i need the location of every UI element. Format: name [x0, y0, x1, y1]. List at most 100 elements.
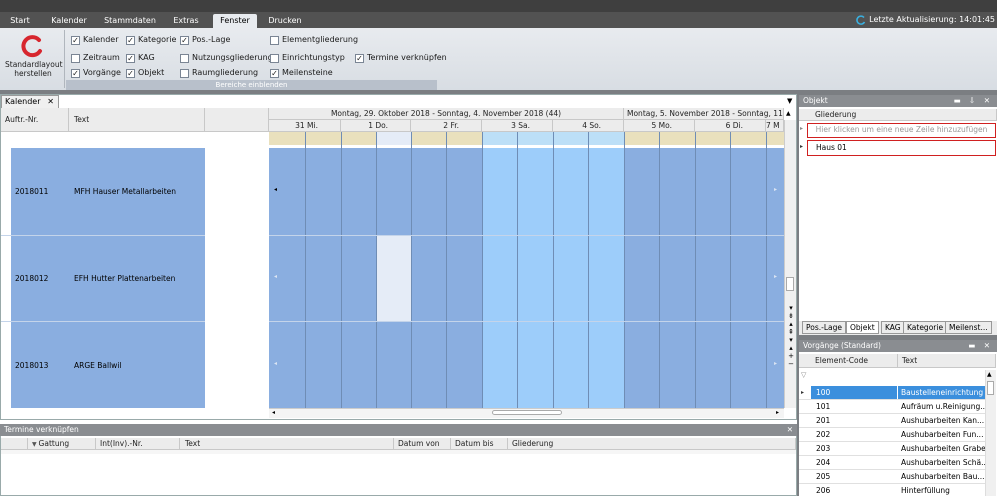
element-code: 101: [816, 402, 831, 411]
day-header: 31 Mi.: [269, 120, 341, 132]
list-item[interactable]: 101 Aufräum u.Reinigung...: [799, 400, 985, 414]
refresh-icon: [856, 15, 866, 25]
vorgaenge-panel-header: Vorgänge (Standard) ▬ ✕: [799, 340, 997, 352]
ribbon-group-label: Bereiche einblenden: [66, 80, 437, 90]
column-header-gliederung[interactable]: Gliederung: [508, 438, 796, 450]
tab-kag[interactable]: KAG: [881, 321, 905, 334]
scroll-left-icon[interactable]: ◂: [272, 409, 275, 416]
close-icon[interactable]: ✕: [47, 96, 54, 108]
tab-meilensteine[interactable]: Meilenst...: [945, 321, 992, 334]
panel-window-controls-icon[interactable]: ▬ ✕: [968, 340, 993, 352]
zoom-controls[interactable]: ▾ ⇟ ▴ ⇞ ▾ ▴ + −: [786, 304, 796, 368]
scroll-right-icon[interactable]: ▸: [776, 409, 779, 416]
checkbox-kategorie[interactable]: ✓ Kategorie: [126, 34, 176, 46]
column-header-inv-nr[interactable]: Int(Inv).-Nr.: [96, 438, 180, 450]
vorgaenge-list: ▸ 100 Baustelleneinrichtung 101 Aufräum u…: [799, 386, 985, 496]
scrollbar-thumb[interactable]: [987, 381, 994, 395]
list-item[interactable]: 204 Aushubarbeiten Schä...: [799, 456, 985, 470]
checkbox-kalender[interactable]: ✓ Kalender: [71, 34, 119, 46]
list-item[interactable]: 201 Aushubarbeiten Kan...: [799, 414, 985, 428]
column-header-datum-bis[interactable]: Datum bis: [451, 438, 508, 450]
checkbox-kag[interactable]: ✓ KAG: [126, 52, 155, 64]
checkbox-nutzungsgliederung[interactable]: Nutzungsgliederung: [180, 52, 273, 64]
element-code: 206: [816, 486, 831, 495]
scroll-right-icon[interactable]: ▸: [774, 186, 777, 193]
new-row-field[interactable]: Hier klicken um eine neue Zeile hinzuzuf…: [807, 123, 996, 138]
termine-panel-header: Termine verknüpfen ✕: [0, 424, 797, 436]
column-header-text[interactable]: Text: [69, 108, 205, 132]
scroll-up-icon[interactable]: ▲: [786, 110, 791, 117]
tab-kalender-document[interactable]: Kalender ✕: [1, 95, 59, 108]
column-header-empty: [205, 108, 269, 132]
today-strip: [376, 132, 411, 145]
element-code: 202: [816, 430, 831, 439]
row-indicator-icon: ▸: [800, 143, 804, 150]
document-tab-label: Kalender: [5, 97, 41, 106]
checkbox-meilensteine[interactable]: ✓ Meilensteine: [270, 67, 333, 79]
scroll-left-icon[interactable]: ◂: [274, 186, 277, 193]
tab-fenster[interactable]: Fenster: [213, 14, 257, 28]
element-text: Baustelleneinrichtung: [898, 386, 985, 399]
tab-start[interactable]: Start: [6, 14, 34, 28]
column-header-gliederung[interactable]: Gliederung: [799, 109, 997, 121]
scroll-right-icon[interactable]: ▸: [774, 273, 777, 280]
objekt-row-haus01[interactable]: Haus 01: [807, 140, 996, 156]
panel-window-controls-icon[interactable]: ▬ ⇩ ✕: [954, 95, 993, 107]
column-header-text[interactable]: Text: [180, 438, 394, 450]
standard-layout-label: Standardlayout herstellen: [5, 60, 63, 78]
scroll-left-icon[interactable]: ◂: [274, 360, 277, 367]
element-text: Aushubarbeiten Bau...: [901, 472, 985, 481]
element-code: 205: [816, 472, 831, 481]
checkbox-objekt[interactable]: ✓ Objekt: [126, 67, 164, 79]
day-header: 6 Di.: [695, 120, 766, 132]
element-text: Hinterfüllung: [901, 486, 950, 495]
checkbox-elementgliederung[interactable]: Elementgliederung: [270, 34, 358, 46]
list-item[interactable]: 205 Aushubarbeiten Bau...: [799, 470, 985, 484]
standard-layout-button[interactable]: Standardlayout herstellen: [3, 31, 63, 86]
vorgaenge-panel-title: Vorgänge (Standard): [803, 341, 881, 350]
row-text: MFH Hauser Metallarbeiten: [74, 187, 177, 196]
close-icon[interactable]: ✕: [787, 424, 793, 436]
list-item[interactable]: ▸ 100 Baustelleneinrichtung: [799, 386, 985, 400]
scroll-right-icon[interactable]: ▸: [774, 360, 777, 367]
checkbox-pos-lage[interactable]: ✓ Pos.-Lage: [180, 34, 230, 46]
list-item[interactable]: 203 Aushubarbeiten Graben: [799, 442, 985, 456]
row-auftr-nr: 2018011: [15, 187, 49, 196]
column-header-datum-von[interactable]: Datum von: [394, 438, 451, 450]
last-update-status: Letzte Aktualisierung: 14:01:45: [856, 14, 995, 26]
element-code: 204: [816, 458, 831, 467]
right-panel-tabbar: Pos.-Lage Objekt KAG Kategorie Meilenst.…: [799, 321, 997, 335]
day-header: 1 Do.: [341, 120, 411, 132]
tab-pos-lage[interactable]: Pos.-Lage: [802, 321, 846, 334]
checkbox-raumgliederung[interactable]: Raumgliederung: [180, 67, 258, 79]
tab-objekt[interactable]: Objekt: [846, 321, 879, 334]
list-item[interactable]: 202 Aushubarbeiten Fun...: [799, 428, 985, 442]
column-header-gattung[interactable]: ▼ Gattung: [28, 438, 96, 450]
tab-kalender[interactable]: Kalender: [50, 14, 88, 28]
horizontal-scrollbar-thumb[interactable]: [492, 410, 562, 415]
checkbox-vorgaenge[interactable]: ✓ Vorgänge: [71, 67, 121, 79]
element-code: 203: [816, 444, 831, 453]
tab-extras[interactable]: Extras: [170, 14, 202, 28]
checkbox-termine-verknuepfen[interactable]: ✓ Termine verknüpfen: [355, 52, 447, 64]
tab-stammdaten[interactable]: Stammdaten: [104, 14, 156, 28]
column-header-text[interactable]: Text: [898, 354, 996, 368]
dropdown-arrow-icon[interactable]: ▼: [787, 97, 792, 105]
checkbox-zeitraum[interactable]: Zeitraum: [71, 52, 120, 64]
column-header-auftr[interactable]: Auftr.-Nr.: [1, 108, 69, 132]
ribbon-tab-bar: Start Kalender Stammdaten Extras Fenster…: [0, 12, 997, 28]
list-item[interactable]: 206 Hinterfüllung: [799, 484, 985, 496]
row-text: ARGE Ballwil: [74, 361, 122, 370]
checkbox-einrichtungstyp[interactable]: Einrichtungstyp: [270, 52, 345, 64]
tab-drucken[interactable]: Drucken: [266, 14, 304, 28]
scroll-left-icon[interactable]: ◂: [274, 273, 277, 280]
filter-icon[interactable]: ▽: [801, 371, 806, 379]
column-header-element-code[interactable]: Element-Code: [799, 354, 898, 368]
element-code: 100: [811, 386, 897, 399]
tab-kategorie[interactable]: Kategorie: [903, 321, 948, 334]
title-bar: [0, 0, 997, 12]
scroll-up-icon[interactable]: ▲: [987, 371, 992, 378]
row-gap-column: [205, 148, 269, 408]
row-text: EFH Hutter Plattenarbeiten: [74, 274, 176, 283]
scrollbar-thumb[interactable]: [786, 277, 794, 291]
